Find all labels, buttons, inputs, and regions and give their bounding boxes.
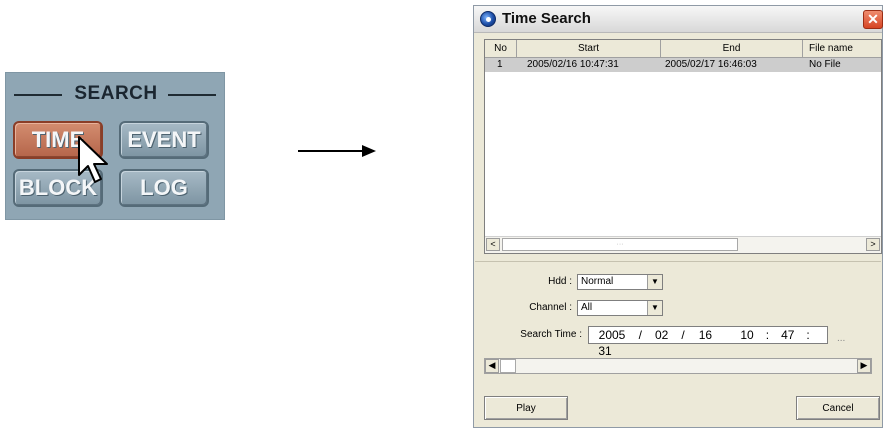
cell-start: 2005/02/16 10:47:31 — [527, 59, 619, 70]
chevron-down-icon[interactable]: ▼ — [647, 301, 662, 315]
scroll-left-button[interactable]: ◀ — [485, 359, 499, 373]
minute-field[interactable]: 47 — [778, 327, 798, 343]
mouse-pointer-icon — [78, 136, 108, 183]
scroll-right-button[interactable]: ▶ — [857, 359, 871, 373]
scroll-right-button[interactable]: > — [866, 238, 880, 251]
list-horizontal-scrollbar[interactable]: < ··· > — [485, 236, 881, 253]
header-divider-left — [14, 94, 62, 96]
dialog-title: Time Search — [502, 10, 591, 27]
channel-value: All — [581, 302, 593, 313]
second-field[interactable]: 31 — [595, 343, 615, 359]
log-button[interactable]: LOG — [119, 169, 209, 207]
month-field[interactable]: 02 — [652, 327, 672, 343]
play-button[interactable]: Play — [484, 396, 568, 420]
year-field[interactable]: 2005 — [595, 327, 629, 343]
cell-end: 2005/02/17 16:46:03 — [665, 59, 757, 70]
cell-file-name: No File — [809, 59, 841, 70]
column-file-name[interactable]: File name — [803, 40, 881, 57]
hdd-label: Hdd : — [548, 276, 572, 287]
search-header: SEARCH — [6, 83, 226, 105]
table-row[interactable]: 1 2005/02/16 10:47:31 2005/02/17 16:46:0… — [485, 58, 881, 72]
date-separator: / — [638, 328, 643, 342]
event-button[interactable]: EVENT — [119, 121, 209, 159]
list-header: No Start End File name — [485, 40, 881, 58]
search-time-label: Search Time : — [520, 329, 582, 340]
day-field[interactable]: 16 — [694, 327, 716, 343]
time-slider[interactable]: ◀ ▶ — [484, 358, 872, 374]
channel-select[interactable]: All ▼ — [577, 300, 663, 316]
hdd-value: Normal — [581, 276, 614, 287]
time-separator: : — [765, 328, 770, 342]
hour-field[interactable]: 10 — [737, 327, 757, 343]
more-button[interactable]: ... — [837, 333, 845, 344]
header-divider-right — [168, 94, 216, 96]
cell-no: 1 — [497, 59, 503, 70]
slider-thumb[interactable] — [500, 359, 516, 373]
chevron-down-icon[interactable]: ▼ — [647, 275, 662, 289]
search-panel: SEARCH TIME EVENT BLOCK LOG — [5, 72, 225, 220]
date-separator: / — [681, 328, 685, 342]
hdd-select[interactable]: Normal ▼ — [577, 274, 663, 290]
search-time-field[interactable]: 2005 / 02 / 16 10 : 47 : 31 — [588, 326, 828, 358]
column-end[interactable]: End — [661, 40, 803, 57]
time-separator: : — [806, 328, 810, 342]
time-search-dialog: Time Search ✕ No Start End File name 1 2… — [473, 5, 883, 428]
scroll-left-button[interactable]: < — [486, 238, 500, 251]
title-bar[interactable]: Time Search ✕ — [474, 6, 883, 33]
results-list[interactable]: No Start End File name 1 2005/02/16 10:4… — [484, 39, 882, 254]
column-no[interactable]: No — [485, 40, 517, 57]
divider — [475, 261, 881, 262]
app-icon — [480, 11, 496, 27]
column-start[interactable]: Start — [517, 40, 661, 57]
channel-label: Channel : — [529, 302, 572, 313]
search-header-label: SEARCH — [74, 83, 158, 104]
close-icon[interactable]: ✕ — [863, 10, 883, 29]
cancel-button[interactable]: Cancel — [796, 396, 880, 420]
scroll-thumb[interactable]: ··· — [502, 238, 738, 251]
right-arrow-icon — [298, 145, 376, 157]
